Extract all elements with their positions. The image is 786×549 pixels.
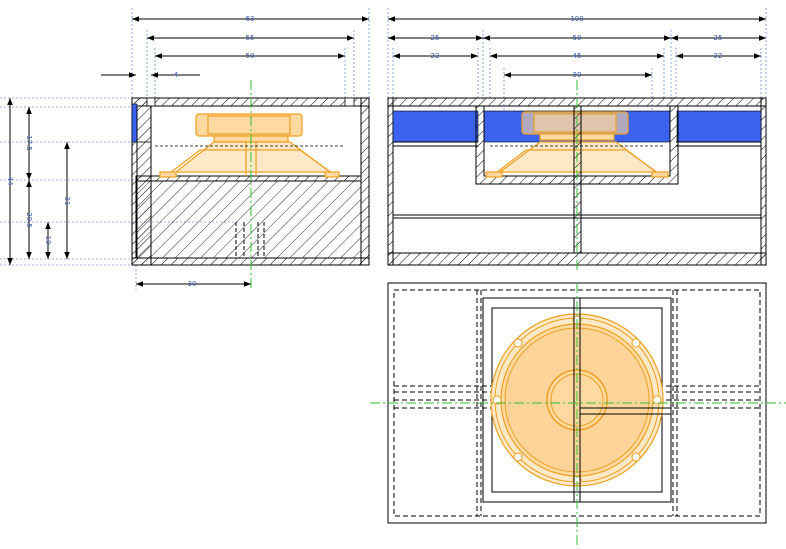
front-left-wall [387,97,394,266]
front-dim-left-inner: 22 [393,52,478,60]
side-dim-wall: 4 [101,71,200,79]
svg-text:22: 22 [431,52,440,60]
svg-text:55: 55 [246,34,255,42]
side-dim-overall-height: 44 [6,98,14,265]
side-lower-chamber [135,180,362,259]
side-right-wall [360,97,370,266]
side-dim-overall: 63 [132,15,369,23]
front-dim-right: 25 [671,34,766,42]
front-dim-cutout: 39 [504,71,652,79]
front-dim-right-inner: 22 [676,52,761,60]
svg-text:100: 100 [570,15,583,23]
side-dim-lower: 20.5 [25,180,33,259]
front-dim-center-inner: 45 [490,52,664,60]
side-view: 63 55 50 4 30 44 17.5 20.5 31 10 [0,8,370,290]
side-dim-height: 31 [63,142,71,259]
svg-text:50: 50 [573,34,582,42]
front-view: 100 25 50 25 22 45 22 39 [387,8,767,270]
svg-text:10: 10 [44,236,52,245]
side-port-opening [131,103,138,143]
front-dim-center: 50 [483,34,671,42]
side-dim-inner: 55 [147,34,354,42]
svg-text:17.5: 17.5 [25,135,33,151]
top-view [370,282,786,545]
side-dim-center: 30 [136,280,251,288]
svg-text:22: 22 [714,52,723,60]
svg-text:45: 45 [573,52,582,60]
front-port-left [392,110,479,143]
side-dim-upper: 17.5 [25,107,33,180]
front-right-wall [760,97,767,266]
technical-drawing: 63 55 50 4 30 44 17.5 20.5 31 10 100 25 … [0,8,786,545]
front-port-right [676,110,762,143]
svg-text:25: 25 [714,34,723,42]
svg-text:4: 4 [174,71,179,79]
svg-text:63: 63 [246,15,255,23]
svg-text:25: 25 [431,34,440,42]
svg-text:44: 44 [6,177,14,186]
side-dim-baffle: 50 [155,52,345,60]
svg-text:20.5: 20.5 [25,212,33,228]
side-dim-small: 10 [44,222,52,259]
svg-text:39: 39 [573,71,582,79]
svg-text:30: 30 [188,280,197,288]
svg-text:50: 50 [246,52,255,60]
front-dim-overall: 100 [388,15,766,23]
side-baffle-notch-right [344,97,355,107]
svg-text:31: 31 [63,197,71,206]
side-baffle-notch-left [146,97,156,107]
front-dim-left: 25 [388,34,483,42]
